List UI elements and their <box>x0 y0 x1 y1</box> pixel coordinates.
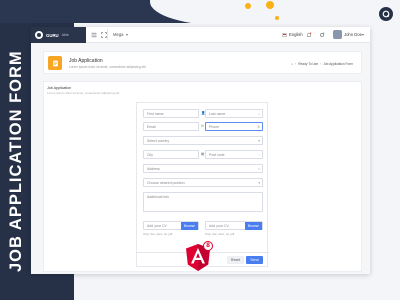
page-title: Job Application <box>69 58 103 64</box>
breadcrumb-item[interactable]: Ready To Use <box>298 62 318 66</box>
send-button[interactable]: Send <box>246 256 263 264</box>
avatar[interactable] <box>333 30 342 39</box>
position-placeholder: Choose desired position <box>147 181 185 185</box>
corner-logo-icon <box>379 7 393 21</box>
email-placeholder: Email <box>147 125 156 129</box>
navbar-divider <box>107 29 108 40</box>
reset-button[interactable]: Reset <box>227 256 244 264</box>
language-selector[interactable]: English <box>289 32 303 37</box>
phone-icon: ✆ <box>257 125 260 129</box>
brand-sub: Able <box>61 33 69 37</box>
phone-field[interactable]: Phone ✆ <box>205 122 263 131</box>
user-icon: ○ <box>257 112 260 116</box>
first-name-field[interactable]: First name <box>143 109 199 118</box>
city-field[interactable]: City <box>143 150 199 159</box>
vertical-title: JOB APPLICATION FORM <box>7 50 25 272</box>
page-header-card: Job Application Lorem ipsum dolor sit am… <box>43 51 362 74</box>
document-icon <box>48 56 62 70</box>
chevron-down-icon[interactable]: ▾ <box>126 32 128 37</box>
building-icon: ▦ <box>201 152 205 156</box>
city-placeholder: City <box>147 153 154 157</box>
position-select[interactable]: Choose desired position ▾ <box>143 178 263 187</box>
app-window: GURU Able Mega ▾ English John Doe ▾ Job … <box>31 27 370 274</box>
home-icon: ⌂ <box>257 167 260 171</box>
last-name-field[interactable]: Last name ○ <box>205 109 263 118</box>
background-curve <box>150 0 400 26</box>
post-code-placeholder: Post code <box>209 153 225 157</box>
flag-icon[interactable] <box>282 33 287 37</box>
brand-name: GURU <box>46 32 59 38</box>
address-placeholder: Address <box>147 167 160 171</box>
card-title: Job Application <box>47 86 72 90</box>
brand[interactable]: GURU Able <box>31 27 86 43</box>
chevron-down-icon: ▾ <box>258 139 260 143</box>
first-name-placeholder: First name <box>147 112 164 116</box>
post-code-field[interactable]: Post code ◦ <box>205 150 263 159</box>
browse-cv-button[interactable]: Browse <box>181 222 198 230</box>
top-navbar: GURU Able Mega ▾ English John Doe ▾ <box>31 27 370 43</box>
file-hint: Only: doc, docx, txt, pdf <box>143 232 173 236</box>
phone-placeholder: Phone <box>209 125 220 129</box>
cv-placeholder: Add your CV <box>147 224 167 228</box>
version-badge: 8 <box>203 241 213 251</box>
page-description: Lorem ipsum dolor sit amet, consectetur … <box>69 65 146 69</box>
cover-letter-upload-field[interactable]: Add your CV Browse <box>205 221 263 230</box>
address-field[interactable]: Address ⌂ <box>143 164 263 173</box>
breadcrumb-item[interactable]: Job Application Form <box>323 62 353 66</box>
mega-menu[interactable]: Mega <box>113 32 123 37</box>
accent-dot <box>275 16 279 20</box>
breadcrumb: ⌂ › Ready To Use › Job Application Form <box>291 62 353 66</box>
chevron-down-icon: ▾ <box>258 181 260 185</box>
chevron-down-icon[interactable]: ▾ <box>362 32 364 37</box>
cover-letter-placeholder: Add your CV <box>209 224 229 228</box>
accent-dot <box>245 3 251 9</box>
settings-icon[interactable] <box>319 32 325 38</box>
bell-icon[interactable] <box>306 32 312 38</box>
email-field[interactable]: Email <box>143 122 199 131</box>
user-name[interactable]: John Doe <box>344 32 362 37</box>
envelope-icon: ✉ <box>201 124 204 128</box>
home-icon[interactable]: ⌂ <box>291 62 293 66</box>
card-description: Lorem ipsum dolor sit amet, consectetur … <box>47 91 120 95</box>
country-select[interactable]: Select country ▾ <box>143 136 263 145</box>
accent-dot <box>266 1 274 9</box>
browse-cover-letter-button[interactable]: Browse <box>245 222 262 230</box>
map-pin-icon: ◦ <box>258 153 260 157</box>
file-hint: Only: doc, docx, txt, pdf <box>205 232 235 236</box>
additional-info-textarea[interactable]: Additional info <box>143 192 263 212</box>
brand-logo-icon <box>35 31 43 39</box>
menu-icon[interactable] <box>91 32 97 38</box>
last-name-placeholder: Last name <box>209 112 226 116</box>
job-application-form: First name 👤 Last name ○ Email ✉ Phone ✆… <box>136 102 269 267</box>
country-placeholder: Select country <box>147 139 170 143</box>
cv-upload-field[interactable]: Add your CV Browse <box>143 221 199 230</box>
additional-info-placeholder: Additional info <box>147 195 169 199</box>
